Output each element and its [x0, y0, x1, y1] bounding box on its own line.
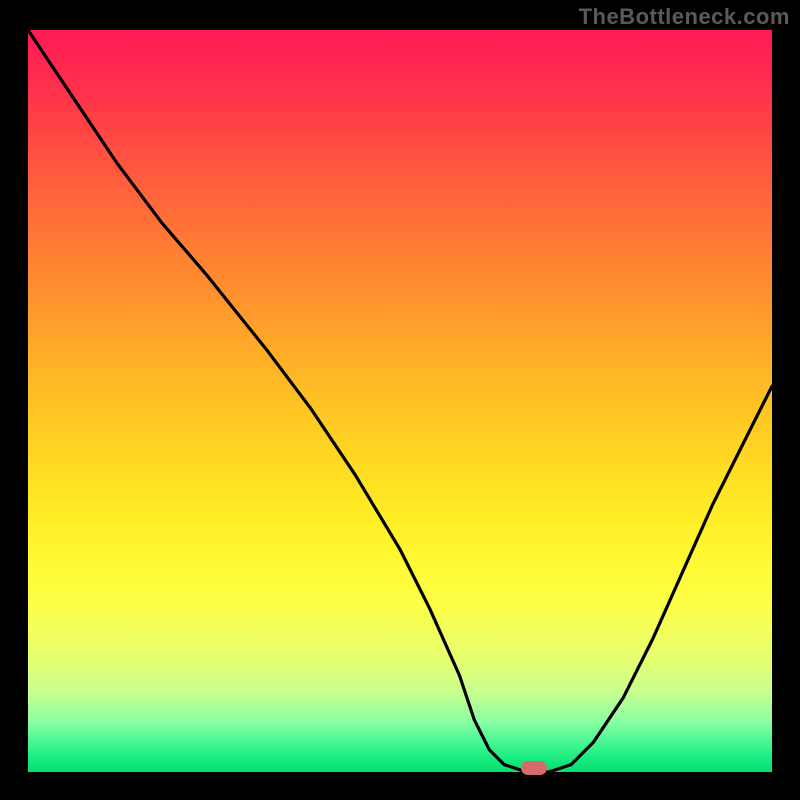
plot-area: [28, 30, 772, 772]
chart-frame: TheBottleneck.com: [0, 0, 800, 800]
optimum-marker: [521, 761, 547, 775]
watermark-text: TheBottleneck.com: [579, 4, 790, 30]
gradient-background: [28, 30, 772, 772]
